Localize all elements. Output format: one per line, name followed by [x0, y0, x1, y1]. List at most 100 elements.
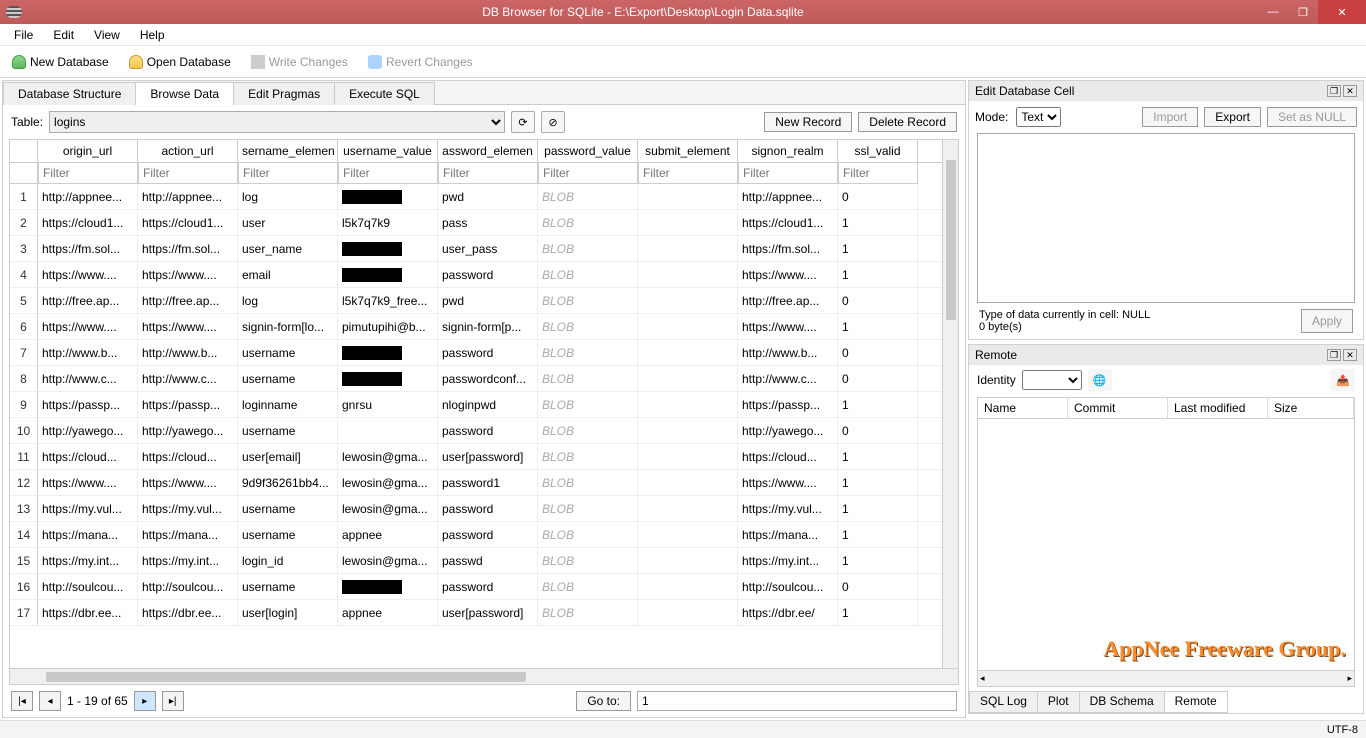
tab-sql[interactable]: Execute SQL — [334, 82, 435, 105]
cell[interactable]: password — [438, 522, 538, 547]
cell[interactable]: http://www.b... — [738, 340, 838, 365]
apply-button[interactable]: Apply — [1301, 309, 1353, 333]
cell[interactable] — [638, 392, 738, 417]
cell[interactable]: password — [438, 496, 538, 521]
cell[interactable]: user[login] — [238, 600, 338, 625]
cell[interactable]: BLOB — [538, 210, 638, 235]
cell[interactable]: https://passp... — [38, 392, 138, 417]
cell[interactable]: http://yawego... — [738, 418, 838, 443]
cell[interactable]: https://cloud... — [138, 444, 238, 469]
cell[interactable]: https://fm.sol... — [138, 236, 238, 261]
cell[interactable]: pwd — [438, 288, 538, 313]
cell[interactable]: https://www.... — [738, 314, 838, 339]
cell[interactable]: user[password] — [438, 600, 538, 625]
maximize-button[interactable]: ❐ — [1288, 2, 1318, 22]
cell[interactable]: login_id — [238, 548, 338, 573]
cell[interactable]: user — [238, 210, 338, 235]
table-row[interactable]: 14https://mana...https://mana...username… — [10, 522, 958, 548]
table-row[interactable]: 9https://passp...https://passp...loginna… — [10, 392, 958, 418]
cell[interactable]: https://www.... — [38, 470, 138, 495]
cell[interactable] — [638, 236, 738, 261]
cell[interactable]: username — [238, 366, 338, 391]
cell[interactable] — [638, 470, 738, 495]
filter-input[interactable] — [38, 163, 138, 184]
cell[interactable]: https://passp... — [138, 392, 238, 417]
cell[interactable]: 0 — [838, 574, 918, 599]
menu-help[interactable]: Help — [132, 26, 173, 44]
tab-browse[interactable]: Browse Data — [135, 82, 234, 105]
cell[interactable]: https://www.... — [738, 470, 838, 495]
new-record-button[interactable]: New Record — [764, 112, 852, 132]
table-row[interactable]: 13https://my.vul...https://my.vul...user… — [10, 496, 958, 522]
cell[interactable]: passwordconf... — [438, 366, 538, 391]
cell[interactable] — [638, 262, 738, 287]
cell[interactable]: 1 — [838, 470, 918, 495]
cell[interactable]: https://dbr.ee... — [38, 600, 138, 625]
cell[interactable] — [638, 600, 738, 625]
remote-hscroll[interactable]: ◂▸ — [978, 670, 1354, 686]
next-page-button[interactable]: ▸ — [134, 691, 156, 711]
clear-filters-button[interactable]: ⊘ — [541, 111, 565, 133]
cell[interactable]: http://yawego... — [38, 418, 138, 443]
filter-input[interactable] — [438, 163, 538, 184]
cell[interactable]: BLOB — [538, 548, 638, 573]
column-header[interactable]: origin_url — [38, 140, 138, 162]
cell[interactable]: log — [238, 288, 338, 313]
refresh-button[interactable]: ⟳ — [511, 111, 535, 133]
filter-input[interactable] — [138, 163, 238, 184]
cell[interactable]: l5k7q7k9_free... — [338, 288, 438, 313]
cell[interactable] — [638, 366, 738, 391]
cell[interactable]: https://www.... — [738, 262, 838, 287]
cell[interactable]: lewosin@gma... — [338, 496, 438, 521]
cell[interactable]: https://mana... — [138, 522, 238, 547]
cell[interactable]: http://www.c... — [38, 366, 138, 391]
table-row[interactable]: 2https://cloud1...https://cloud1...userl… — [10, 210, 958, 236]
prev-page-button[interactable]: ◂ — [39, 691, 61, 711]
cell[interactable]: https://fm.sol... — [38, 236, 138, 261]
table-select[interactable]: logins — [49, 111, 505, 133]
cell[interactable]: BLOB — [538, 340, 638, 365]
import-button[interactable]: Import — [1142, 107, 1198, 127]
cell[interactable]: pass — [438, 210, 538, 235]
cell[interactable]: signin-form[lo... — [238, 314, 338, 339]
cell[interactable]: 0 — [838, 184, 918, 209]
cell[interactable]: https://cloud... — [38, 444, 138, 469]
cell[interactable]: BLOB — [538, 444, 638, 469]
cell[interactable]: http://soulcou... — [138, 574, 238, 599]
cell[interactable]: gnrsu — [338, 392, 438, 417]
cell[interactable] — [338, 236, 438, 261]
table-row[interactable]: 5http://free.ap...http://free.ap...logl5… — [10, 288, 958, 314]
cell[interactable]: lewosin@gma... — [338, 470, 438, 495]
remote-col-lastmod[interactable]: Last modified — [1168, 398, 1268, 418]
table-row[interactable]: 17https://dbr.ee...https://dbr.ee...user… — [10, 600, 958, 626]
cell[interactable] — [338, 340, 438, 365]
cell[interactable] — [338, 262, 438, 287]
cell[interactable]: 1 — [838, 522, 918, 547]
tab-pragmas[interactable]: Edit Pragmas — [233, 82, 335, 105]
identity-select[interactable] — [1022, 370, 1082, 390]
remote-col-size[interactable]: Size — [1268, 398, 1354, 418]
cell[interactable]: log — [238, 184, 338, 209]
filter-input[interactable] — [538, 163, 638, 184]
cell[interactable]: https://www.... — [38, 314, 138, 339]
cell[interactable]: appnee — [338, 600, 438, 625]
delete-record-button[interactable]: Delete Record — [858, 112, 957, 132]
cell[interactable]: BLOB — [538, 236, 638, 261]
cell[interactable] — [638, 314, 738, 339]
cell[interactable]: https://www.... — [138, 262, 238, 287]
cell[interactable] — [638, 496, 738, 521]
cell[interactable]: 9d9f36261bb4... — [238, 470, 338, 495]
cell[interactable] — [638, 548, 738, 573]
cell[interactable]: loginname — [238, 392, 338, 417]
cell[interactable]: password — [438, 262, 538, 287]
cell[interactable]: username — [238, 340, 338, 365]
cell[interactable]: https://cloud1... — [138, 210, 238, 235]
cell[interactable]: 0 — [838, 288, 918, 313]
cell[interactable]: lewosin@gma... — [338, 444, 438, 469]
cell[interactable]: 0 — [838, 340, 918, 365]
table-row[interactable]: 4https://www....https://www....emailpass… — [10, 262, 958, 288]
table-row[interactable]: 1http://appnee...http://appnee...logpwdB… — [10, 184, 958, 210]
cell[interactable]: user[email] — [238, 444, 338, 469]
cell[interactable]: 0 — [838, 366, 918, 391]
cell[interactable]: http://www.c... — [738, 366, 838, 391]
